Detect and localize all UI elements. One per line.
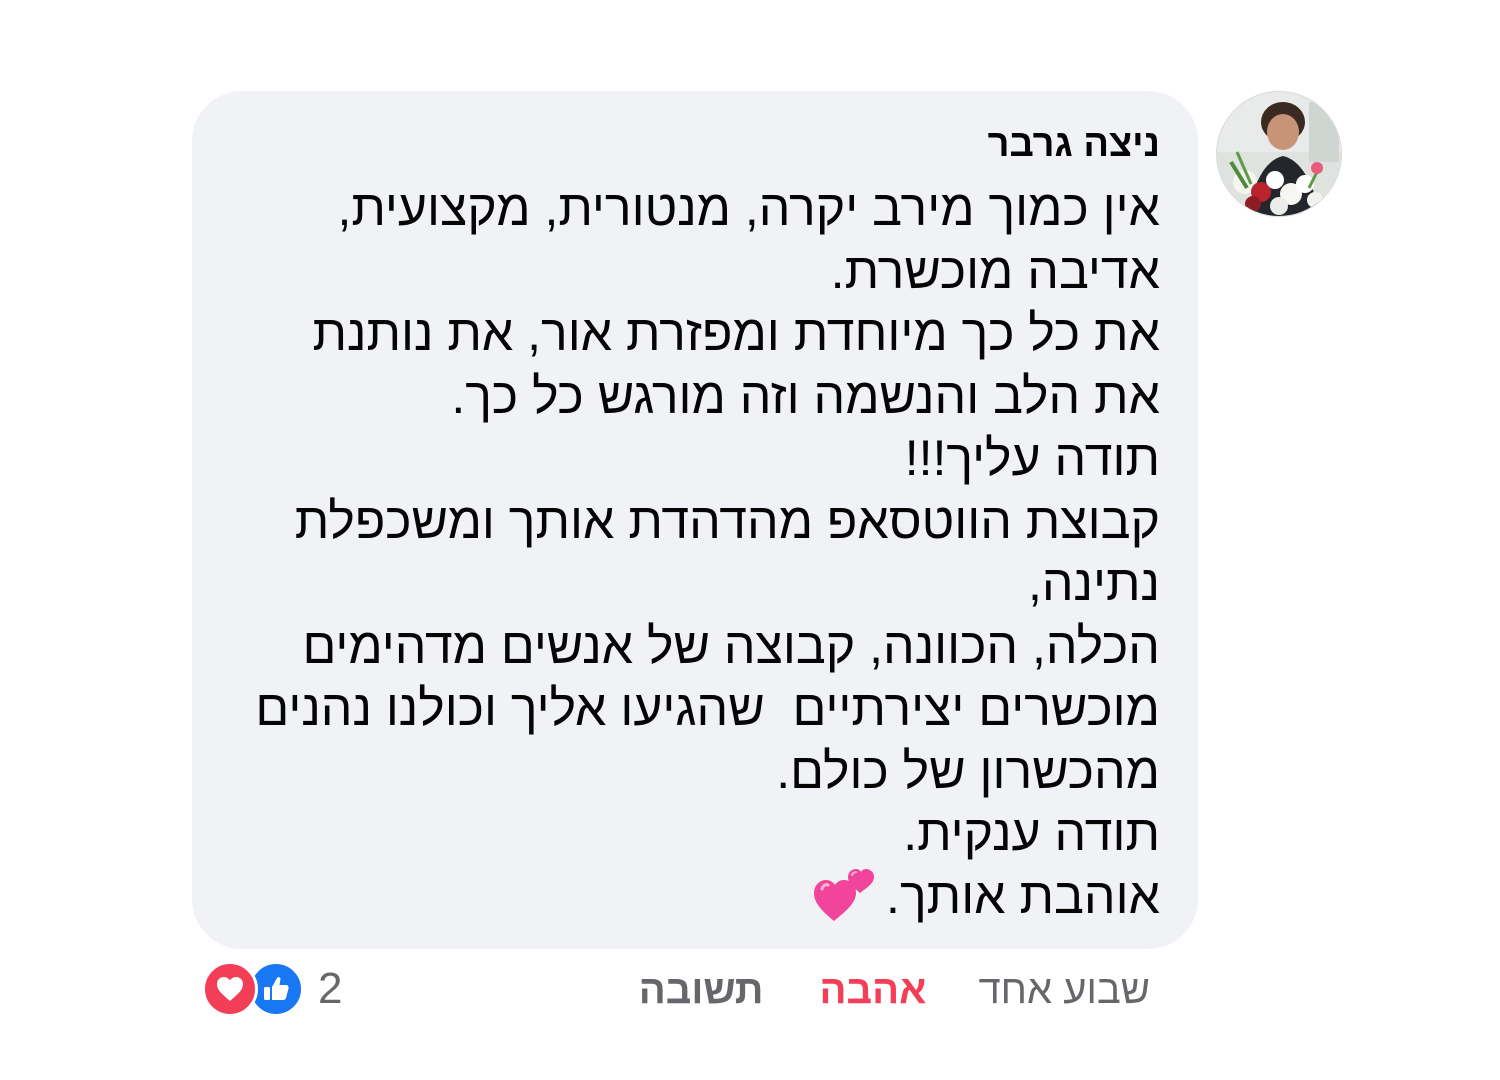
comment-last-line: אוהבת אותך. (200, 865, 1160, 928)
reply-button[interactable]: תשובה (639, 962, 764, 1018)
comment-line: מהכשרון של כולם. (776, 742, 1160, 799)
comment-page: ניצה גרבר אין כמוך מירב יקרה, מנטורית, מ… (0, 0, 1500, 1080)
author-avatar[interactable] (1216, 91, 1342, 217)
heart-icon (217, 977, 243, 1001)
comment-line: תודה עליך!!! (904, 430, 1160, 486)
thumbs-up-icon (264, 977, 289, 1000)
comment-line: קבוצת הווטסאפ מהדהדת אותך ומשכפלת (294, 492, 1160, 549)
reactions-summary[interactable]: 2 (202, 961, 343, 1017)
comment-line: אין כמוך מירב יקרה, מנטורית, מקצועית, (337, 180, 1160, 236)
two-hearts-icon (814, 869, 875, 922)
love-reaction-button[interactable]: אהבה (820, 962, 927, 1018)
comment-line: תודה ענקית. (903, 805, 1160, 861)
reaction-count: 2 (318, 964, 343, 1013)
comment-actions: שבוע אחד אהבה תשובה (639, 962, 1150, 1018)
comment-line: מוכשרים יצירתיים שהגיעו אליך וכולנו נהני… (255, 680, 1160, 736)
comment-text: אין כמוך מירב יקרה, מנטורית, מקצועית, אד… (200, 177, 1160, 927)
comment-line: את הלב והנשמה וזה מורגש כל כך. (451, 367, 1160, 424)
comment-timestamp[interactable]: שבוע אחד (978, 962, 1150, 1018)
comment-line: אדיבה מוכשרת. (830, 242, 1160, 299)
comment-line: הכלה, הכוונה, קבוצה של אנשים מדהימים (302, 617, 1160, 674)
comment-line: אוהבת אותך. (886, 867, 1160, 924)
heart-reaction-icon (202, 961, 258, 1017)
avatar-photo-icon (1217, 92, 1341, 216)
comment-author-name[interactable]: ניצה גרבר (560, 118, 1160, 170)
comment-line: את כל כך מיוחדת ומפזרת אור, את נותנת (312, 305, 1160, 361)
comment-line: נתינה, (1027, 555, 1160, 611)
